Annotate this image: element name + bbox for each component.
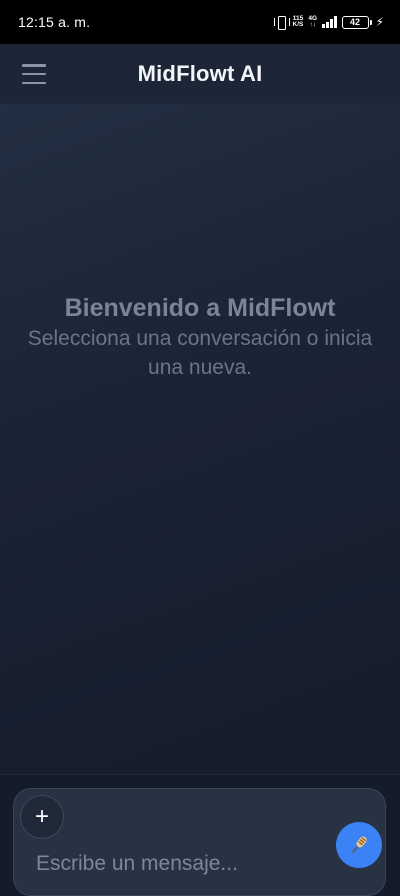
welcome-title: Bienvenido a MidFlowt: [64, 294, 336, 322]
composer-area: +: [0, 774, 400, 896]
network-speed-unit: K/S: [292, 21, 304, 28]
app-header: MidFlowt AI: [0, 44, 400, 104]
welcome-subtitle: Selecciona una conversación o inicia una…: [27, 327, 373, 379]
add-attachment-button[interactable]: +: [20, 795, 64, 839]
app-screen: 12:15 a. m. 115 K/S 4G ↑↓ 42 ⚡︎ MidFlowt…: [0, 0, 400, 896]
network-type: 4G ↑↓: [308, 15, 317, 29]
vibrate-icon: [273, 15, 290, 30]
status-time: 12:15 a. m.: [18, 14, 91, 30]
microphone-icon: [352, 836, 367, 854]
microphone-button[interactable]: [336, 822, 382, 868]
network-speed: 115 K/S: [292, 15, 304, 29]
hamburger-menu-icon[interactable]: [22, 62, 46, 86]
signal-icon: [322, 16, 337, 28]
network-activity: ↑↓: [309, 21, 316, 28]
message-composer: +: [13, 788, 386, 896]
message-input[interactable]: [36, 847, 326, 881]
app-title: MidFlowt AI: [137, 60, 263, 86]
battery-icon: 42: [341, 15, 372, 29]
status-bar: 12:15 a. m. 115 K/S 4G ↑↓ 42 ⚡︎: [0, 0, 400, 44]
welcome-message: Bienvenido a MidFlowt Selecciona una con…: [0, 292, 400, 382]
status-icons: 115 K/S 4G ↑↓ 42 ⚡︎: [273, 15, 384, 30]
charging-bolt-icon: ⚡︎: [375, 15, 384, 29]
battery-level: 42: [350, 16, 361, 27]
